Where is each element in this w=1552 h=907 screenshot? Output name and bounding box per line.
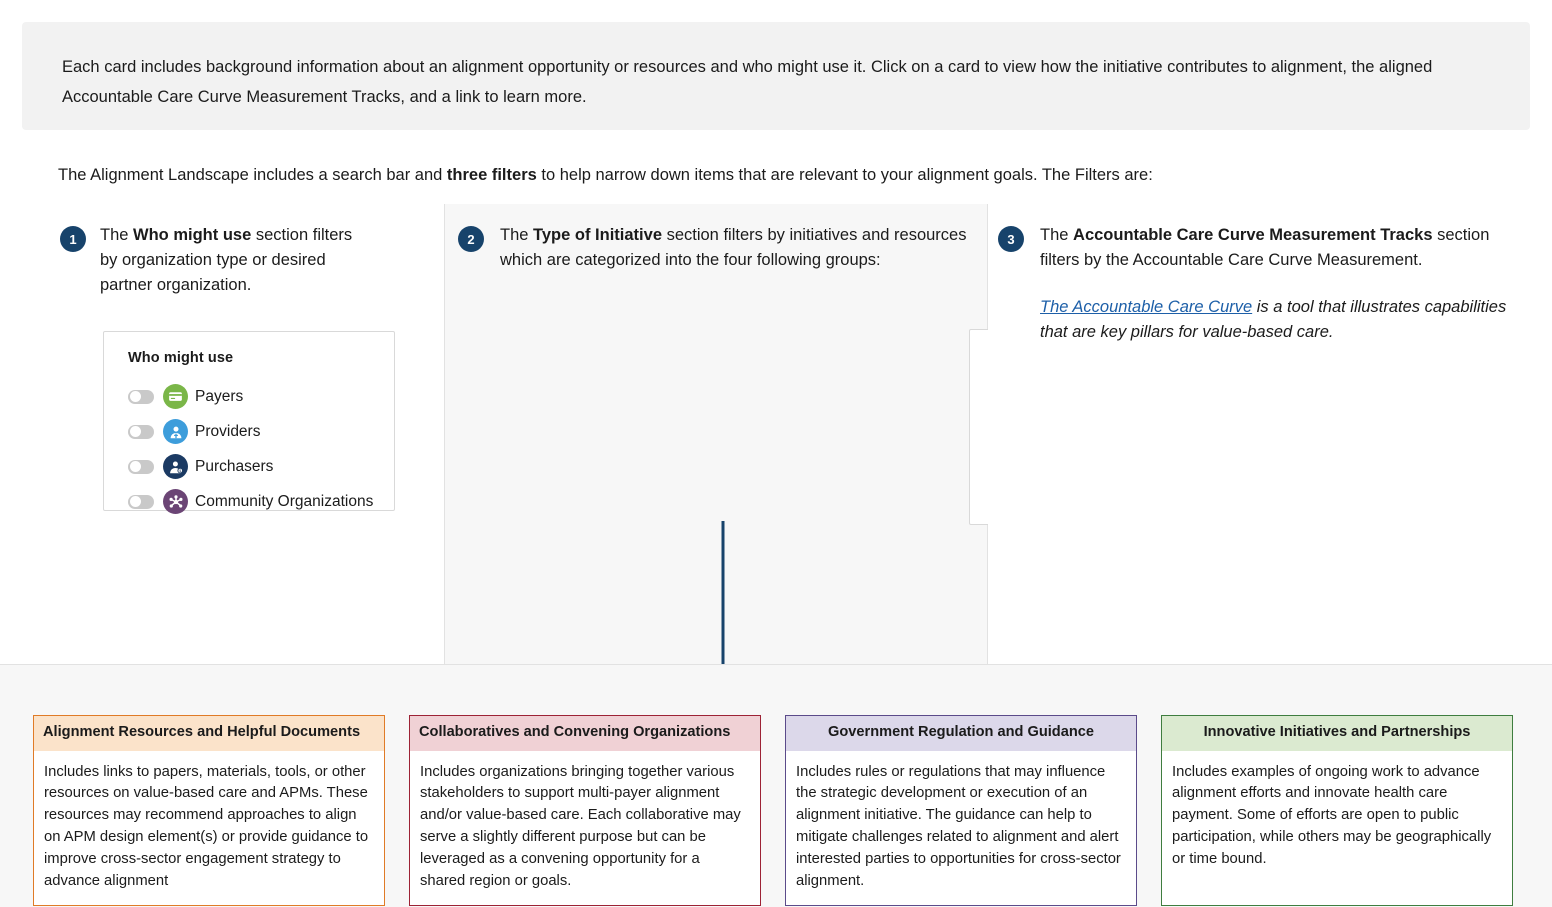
filters-columns: 1 The Who might use section filters by o…: [0, 204, 1552, 664]
provider-person-icon: [163, 419, 188, 444]
column-1-description: The Who might use section filters by org…: [0, 204, 444, 298]
col3-text-a: The: [1040, 226, 1074, 244]
category-card-collaboratives[interactable]: Collaboratives and Convening Organizatio…: [409, 715, 761, 906]
who-label-community-organizations: Community Organizations: [195, 492, 374, 510]
col2-text-bold: Type of Initiative: [533, 226, 662, 244]
column-who-might-use: 1 The Who might use section filters by o…: [0, 204, 444, 664]
accountable-care-curve-link[interactable]: The Accountable Care Curve: [1040, 298, 1252, 316]
toggle-community-organizations[interactable]: [128, 494, 154, 509]
category-title-collaboratives: Collaboratives and Convening Organizatio…: [410, 716, 760, 751]
who-label-purchasers: Purchasers: [195, 457, 274, 475]
category-cards-row: Alignment Resources and Helpful Document…: [33, 715, 1513, 906]
col3-text-bold: Accountable Care Curve Measurement Track…: [1073, 226, 1433, 244]
lead-part-2: to help narrow down items that are relev…: [536, 166, 1153, 184]
credit-card-icon: [163, 384, 188, 409]
column-2-description: The Type of Initiative section filters b…: [445, 204, 987, 273]
category-card-alignment-resources[interactable]: Alignment Resources and Helpful Document…: [33, 715, 385, 906]
category-title-innovative-initiatives: Innovative Initiatives and Partnerships: [1162, 716, 1512, 751]
filter-row-community-organizations[interactable]: Community Organizations: [128, 489, 378, 514]
category-title-alignment-resources: Alignment Resources and Helpful Document…: [34, 716, 384, 751]
lead-in-sentence: The Alignment Landscape includes a searc…: [58, 163, 1488, 188]
lead-part-1: The Alignment Landscape includes a searc…: [58, 166, 447, 184]
category-card-innovative-initiatives[interactable]: Innovative Initiatives and Partnerships …: [1161, 715, 1513, 906]
category-body-government-regulation: Includes rules or regulations that may i…: [796, 763, 1121, 889]
accountable-care-curve-note: The Accountable Care Curve is a tool tha…: [988, 295, 1552, 345]
page-root: Each card includes background informatio…: [0, 0, 1552, 907]
category-body-collaboratives: Includes organizations bringing together…: [420, 763, 741, 889]
category-title-government-regulation: Government Regulation and Guidance: [786, 716, 1136, 751]
toggle-payers[interactable]: [128, 389, 154, 404]
column-accountable-care-curve: 3 The Accountable Care Curve Measurement…: [988, 204, 1552, 664]
column-3-description: The Accountable Care Curve Measurement T…: [988, 204, 1552, 273]
who-card-title: Who might use: [128, 350, 234, 366]
lead-bold: three filters: [446, 166, 537, 184]
category-body-alignment-resources: Includes links to papers, materials, too…: [44, 763, 369, 889]
who-label-providers: Providers: [195, 422, 261, 440]
col1-text-bold: Who might use: [133, 226, 252, 244]
category-body-innovative-initiatives: Includes examples of ongoing work to adv…: [1172, 763, 1492, 868]
network-nodes-icon: [163, 489, 188, 514]
svg-text:$: $: [179, 469, 181, 473]
purchaser-person-icon: $: [163, 454, 188, 479]
filter-row-payers[interactable]: Payers: [128, 384, 378, 409]
toggle-providers[interactable]: [128, 424, 154, 439]
who-label-payers: Payers: [195, 387, 244, 405]
col1-text-a: The: [100, 226, 134, 244]
filter-row-purchasers[interactable]: $ Purchasers: [128, 454, 378, 479]
intro-text: Each card includes background informatio…: [62, 58, 1433, 107]
category-card-government-regulation[interactable]: Government Regulation and Guidance Inclu…: [785, 715, 1137, 906]
category-cards-strip: Alignment Resources and Helpful Document…: [0, 664, 1552, 907]
col2-text-a: The: [500, 226, 534, 244]
toggle-purchasers[interactable]: [128, 459, 154, 474]
filter-row-providers[interactable]: Providers: [128, 419, 378, 444]
intro-banner: Each card includes background informatio…: [22, 22, 1530, 130]
who-might-use-filter-card: Who might use Payers Providers $ Purchas…: [103, 331, 395, 514]
